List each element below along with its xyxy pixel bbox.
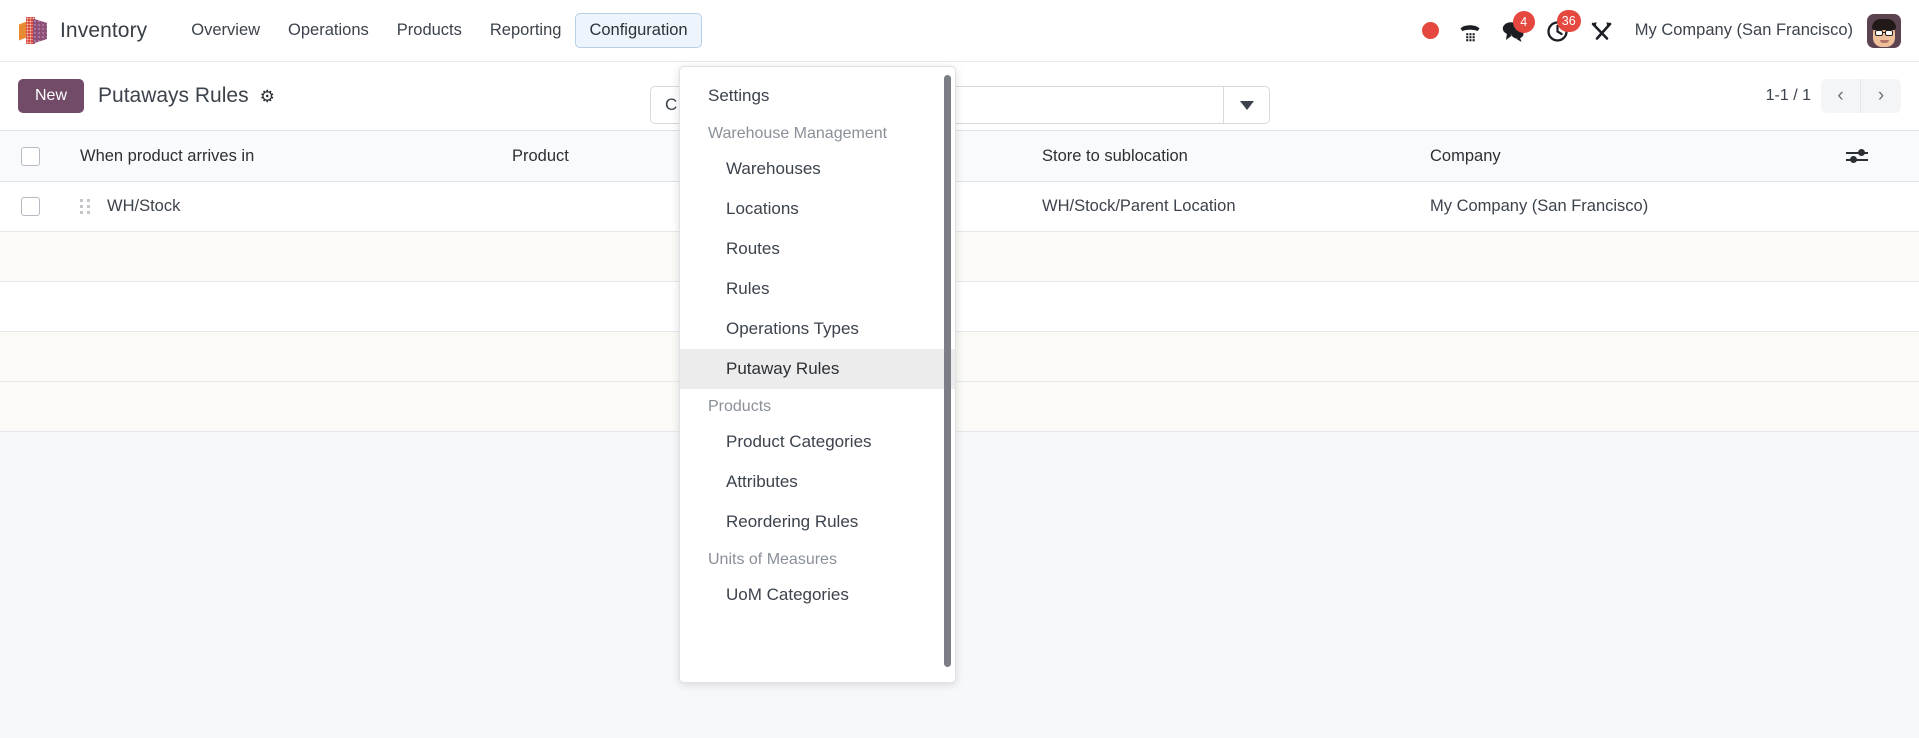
menu-section-units-of-measures: Units of Measures bbox=[708, 551, 837, 568]
select-all-header bbox=[0, 130, 62, 182]
pager-count: 1-1 / 1 bbox=[1765, 87, 1811, 104]
table-header-row: When product arrives in Product Store to… bbox=[0, 130, 1919, 182]
column-header-company[interactable]: Company bbox=[1412, 130, 1832, 182]
list-view: When product arrives in Product Store to… bbox=[0, 130, 1919, 432]
cell-sublocation-value: WH/Stock/Parent Location bbox=[1042, 197, 1236, 215]
activity-badge: 36 bbox=[1556, 9, 1581, 32]
avatar[interactable] bbox=[1867, 13, 1901, 48]
menu-item-attributes[interactable]: Attributes bbox=[680, 462, 955, 502]
activity-clock-icon[interactable]: 36 bbox=[1545, 9, 1581, 44]
recording-dot-icon[interactable] bbox=[1421, 22, 1439, 39]
table-body: WH/Stock WH/Stock/Parent Location My Com… bbox=[0, 181, 1919, 432]
menu-section-products: Products bbox=[708, 398, 772, 415]
cell-sublocation[interactable]: WH/Stock/Parent Location bbox=[1024, 181, 1412, 232]
nav-item-operations[interactable]: Operations bbox=[274, 13, 383, 48]
empty-row bbox=[0, 281, 1919, 332]
menu-item-uom-categories[interactable]: UoM Categories bbox=[680, 575, 955, 615]
column-header-company-label: Company bbox=[1430, 146, 1501, 165]
systray: 4 36 bbox=[1421, 9, 1615, 44]
row-checkbox[interactable] bbox=[21, 197, 40, 216]
cell-company-value: My Company (San Francisco) bbox=[1430, 197, 1649, 215]
empty-row bbox=[0, 381, 1919, 432]
column-header-sublocation[interactable]: Store to sublocation bbox=[1024, 130, 1412, 182]
tools-icon[interactable] bbox=[1589, 18, 1615, 44]
nav-item-products[interactable]: Products bbox=[383, 13, 476, 48]
row-select-cell bbox=[0, 181, 62, 232]
putaway-rules-table: When product arrives in Product Store to… bbox=[0, 130, 1919, 432]
menu-item-operations-types[interactable]: Operations Types bbox=[680, 309, 955, 349]
nav-item-overview[interactable]: Overview bbox=[177, 13, 274, 48]
nav-item-configuration[interactable]: Configuration bbox=[575, 13, 702, 48]
pager-next-button[interactable]: › bbox=[1861, 79, 1901, 113]
menu-item-putaway-rules[interactable]: Putaway Rules bbox=[680, 349, 955, 389]
messages-badge: 4 bbox=[1512, 10, 1535, 33]
chevron-down-icon[interactable] bbox=[1223, 87, 1269, 123]
empty-cell bbox=[0, 231, 1919, 282]
cell-row-options bbox=[1832, 181, 1919, 232]
configuration-dropdown-menu: Settings Warehouse Management Warehouses… bbox=[679, 66, 956, 683]
dropdown-scrollbar[interactable] bbox=[944, 75, 951, 667]
phone-dialpad-icon[interactable] bbox=[1457, 18, 1483, 44]
odoo-cube-icon[interactable] bbox=[18, 14, 48, 48]
cell-arrives-in[interactable]: WH/Stock bbox=[62, 181, 494, 232]
menu-item-settings[interactable]: Settings bbox=[680, 76, 955, 116]
select-all-checkbox[interactable] bbox=[21, 146, 40, 166]
empty-cell bbox=[0, 331, 1919, 382]
cell-company[interactable]: My Company (San Francisco) bbox=[1412, 181, 1832, 232]
column-header-arrives-in[interactable]: When product arrives in bbox=[62, 130, 494, 182]
menu-item-product-categories[interactable]: Product Categories bbox=[680, 422, 955, 462]
menu-item-reordering-rules[interactable]: Reordering Rules bbox=[680, 502, 955, 542]
empty-row bbox=[0, 331, 1919, 382]
column-header-sublocation-label: Store to sublocation bbox=[1042, 146, 1188, 165]
pager-buttons: ‹ › bbox=[1821, 79, 1901, 113]
table-row[interactable]: WH/Stock WH/Stock/Parent Location My Com… bbox=[0, 181, 1919, 232]
nav-item-reporting[interactable]: Reporting bbox=[476, 13, 576, 48]
menu-item-routes[interactable]: Routes bbox=[680, 229, 955, 269]
empty-cell bbox=[0, 381, 1919, 432]
pager: 1-1 / 1 ‹ › bbox=[1766, 79, 1901, 113]
pager-previous-button[interactable]: ‹ bbox=[1821, 79, 1861, 113]
empty-row bbox=[0, 231, 1919, 282]
table-header: When product arrives in Product Store to… bbox=[0, 130, 1919, 182]
menu-item-rules[interactable]: Rules bbox=[680, 269, 955, 309]
messages-icon[interactable]: 4 bbox=[1501, 10, 1535, 43]
column-options-icon[interactable] bbox=[1846, 149, 1868, 163]
menu-item-locations[interactable]: Locations bbox=[680, 189, 955, 229]
menu-section-warehouse-management: Warehouse Management bbox=[708, 125, 888, 142]
column-header-arrives-in-label: When product arrives in bbox=[80, 146, 255, 165]
gear-icon[interactable]: ⚙ bbox=[260, 88, 275, 105]
company-switcher[interactable]: My Company (San Francisco) bbox=[1635, 21, 1853, 40]
column-options-header bbox=[1832, 130, 1919, 182]
new-button[interactable]: New bbox=[18, 79, 85, 113]
breadcrumb: Putaways Rules bbox=[98, 84, 249, 107]
drag-handle-icon[interactable] bbox=[80, 199, 91, 214]
empty-cell bbox=[0, 281, 1919, 332]
configuration-dropdown-inner: Settings Warehouse Management Warehouses… bbox=[680, 67, 955, 682]
cell-arrives-in-value: WH/Stock bbox=[107, 197, 181, 215]
top-navbar: Inventory Overview Operations Products R… bbox=[0, 0, 1919, 62]
menu-item-warehouses[interactable]: Warehouses bbox=[680, 149, 955, 189]
search-input[interactable]: C bbox=[651, 95, 677, 115]
app-name[interactable]: Inventory bbox=[60, 19, 147, 43]
